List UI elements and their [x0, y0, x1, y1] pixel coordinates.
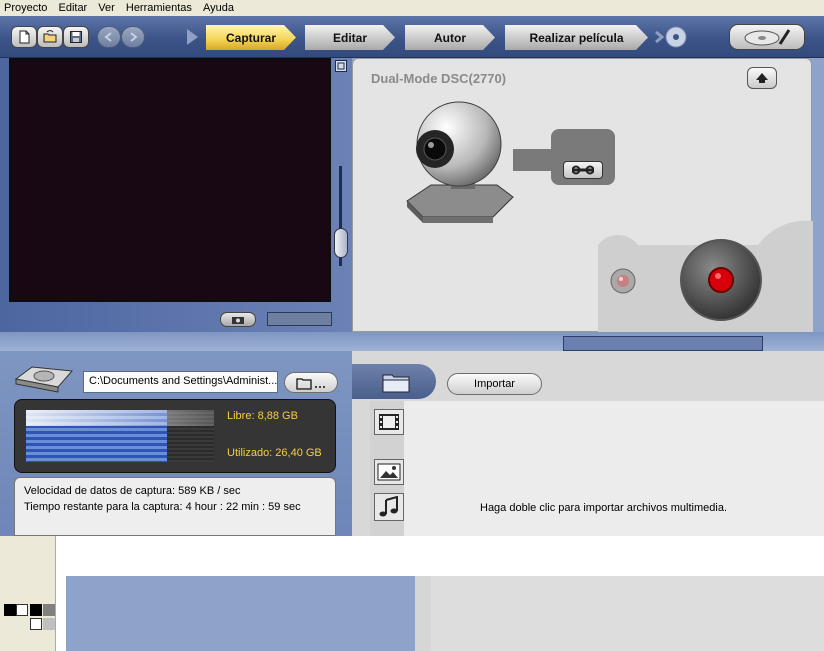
studio-window: Capturar Editar Autor Realizar película … [0, 16, 824, 536]
color-swatch-black-2[interactable] [30, 604, 42, 616]
disc-icon [655, 26, 687, 48]
snapshot-button[interactable] [220, 312, 256, 327]
new-project-button[interactable] [11, 26, 37, 48]
save-project-button[interactable] [63, 26, 89, 48]
save-project-icon [70, 31, 82, 43]
up-arrow-icon [756, 73, 768, 83]
settings-connector [513, 149, 553, 171]
capture-remaining-text: Tiempo restante para la captura: 4 hour … [24, 501, 301, 513]
disk-free-highlight [26, 410, 214, 426]
capture-folder-field[interactable]: C:\Documents and Settings\Administ... [83, 371, 278, 393]
browse-folder-button[interactable] [284, 372, 338, 393]
maximize-icon [337, 62, 345, 70]
menu-ver[interactable]: Ver [94, 0, 119, 15]
maximize-preview-button[interactable] [335, 60, 347, 72]
open-project-icon [43, 30, 57, 43]
device-name: Dual-Mode DSC(2770) [371, 71, 507, 86]
forward-arrow-icon [130, 32, 138, 42]
library-content-area[interactable]: Haga doble clic para importar archivos m… [404, 401, 824, 536]
tab-video[interactable] [374, 409, 404, 435]
led-indicator-icon [610, 268, 636, 294]
tab-image[interactable] [374, 459, 404, 485]
open-project-button[interactable] [37, 26, 63, 48]
back-arrow-icon [104, 32, 112, 42]
import-button[interactable]: Importar [447, 373, 542, 395]
capture-device-panel: Dual-Mode DSC(2770) [352, 58, 813, 333]
collapse-panel-button[interactable] [747, 67, 777, 89]
library-folder-tab[interactable] [352, 364, 436, 399]
disk-used-label: Utilizado: 26,40 GB [227, 447, 322, 459]
image-icon [377, 463, 401, 481]
record-button[interactable] [680, 239, 762, 321]
folder-browse-icon [296, 377, 325, 390]
color-swatch-silver[interactable] [43, 618, 55, 630]
volume-slider[interactable] [334, 228, 348, 258]
step-realizar-pelicula[interactable]: Realizar película [505, 25, 648, 50]
step-editar[interactable]: Editar [305, 25, 395, 50]
color-swatch-black[interactable] [4, 604, 16, 616]
video-preview [9, 58, 331, 302]
background-window [0, 536, 824, 651]
disk-free-label: Libre: 8,88 GB [227, 410, 298, 422]
disk-usage-meter [26, 410, 214, 462]
color-swatch-white[interactable] [16, 604, 28, 616]
palette-window [0, 536, 56, 651]
tab-audio[interactable] [374, 493, 404, 521]
hard-drive-icon [14, 366, 74, 393]
folder-icon [382, 374, 410, 393]
video-film-icon [379, 414, 399, 430]
step-capturar[interactable]: Capturar [206, 25, 296, 50]
import-hint-text: Haga doble clic para importar archivos m… [480, 502, 727, 514]
background-divider [415, 576, 431, 651]
webcam-icon [406, 101, 514, 223]
new-project-icon [19, 30, 30, 44]
record-icon [708, 267, 734, 293]
disc-and-pen-icon [744, 29, 791, 46]
menu-bar: Proyecto Editar Ver Herramientas Ayuda [0, 0, 824, 16]
music-note-icon [379, 496, 398, 517]
background-panel-left [66, 576, 430, 651]
menu-herramientas[interactable]: Herramientas [122, 0, 196, 15]
color-swatch-gray[interactable] [43, 604, 55, 616]
forward-button[interactable] [121, 26, 145, 48]
options-button[interactable] [729, 24, 805, 50]
menu-editar[interactable]: Editar [54, 0, 91, 15]
main-toolbar: Capturar Editar Autor Realizar película [0, 16, 824, 58]
wrench-icon [572, 165, 594, 175]
menu-proyecto[interactable]: Proyecto [0, 0, 51, 15]
device-settings-area [551, 129, 615, 185]
menu-ayuda[interactable]: Ayuda [199, 0, 238, 15]
timecode-display [267, 312, 332, 326]
back-button[interactable] [97, 26, 121, 48]
step-autor[interactable]: Autor [405, 25, 495, 50]
background-panel-right [431, 576, 824, 651]
capture-rate-text: Velocidad de datos de captura: 589 KB / … [24, 485, 241, 497]
camera-icon [232, 316, 244, 324]
color-swatch-white-2[interactable] [30, 618, 42, 630]
device-settings-button[interactable] [563, 161, 603, 179]
status-bar [563, 336, 763, 351]
step-arrow-icon [187, 29, 198, 45]
